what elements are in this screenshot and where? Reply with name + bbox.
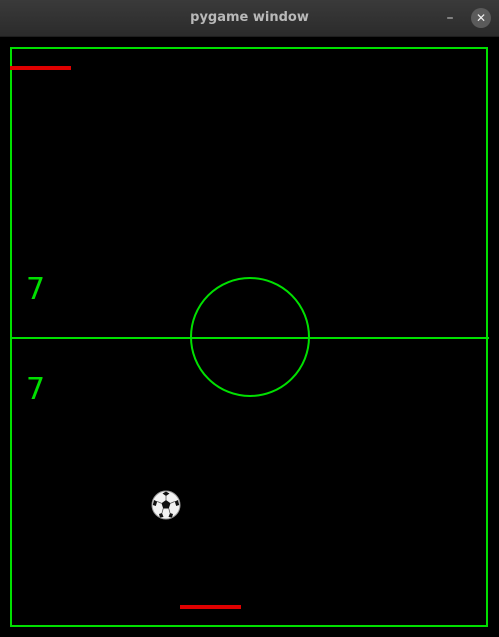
window-title: pygame window <box>190 10 309 25</box>
close-button[interactable]: ✕ <box>471 8 491 28</box>
bottom-player-score: 7 <box>26 372 46 407</box>
soccer-ball-icon <box>151 490 181 520</box>
center-circle <box>190 277 310 397</box>
title-bar[interactable]: pygame window – ✕ <box>0 0 499 37</box>
bottom-paddle <box>180 605 241 609</box>
pygame-window: pygame window – ✕ 7 7 <box>0 0 499 637</box>
top-player-score: 7 <box>26 272 46 307</box>
game-canvas[interactable]: 7 7 <box>0 37 499 637</box>
minimize-button[interactable]: – <box>440 8 460 28</box>
top-paddle <box>10 66 71 70</box>
